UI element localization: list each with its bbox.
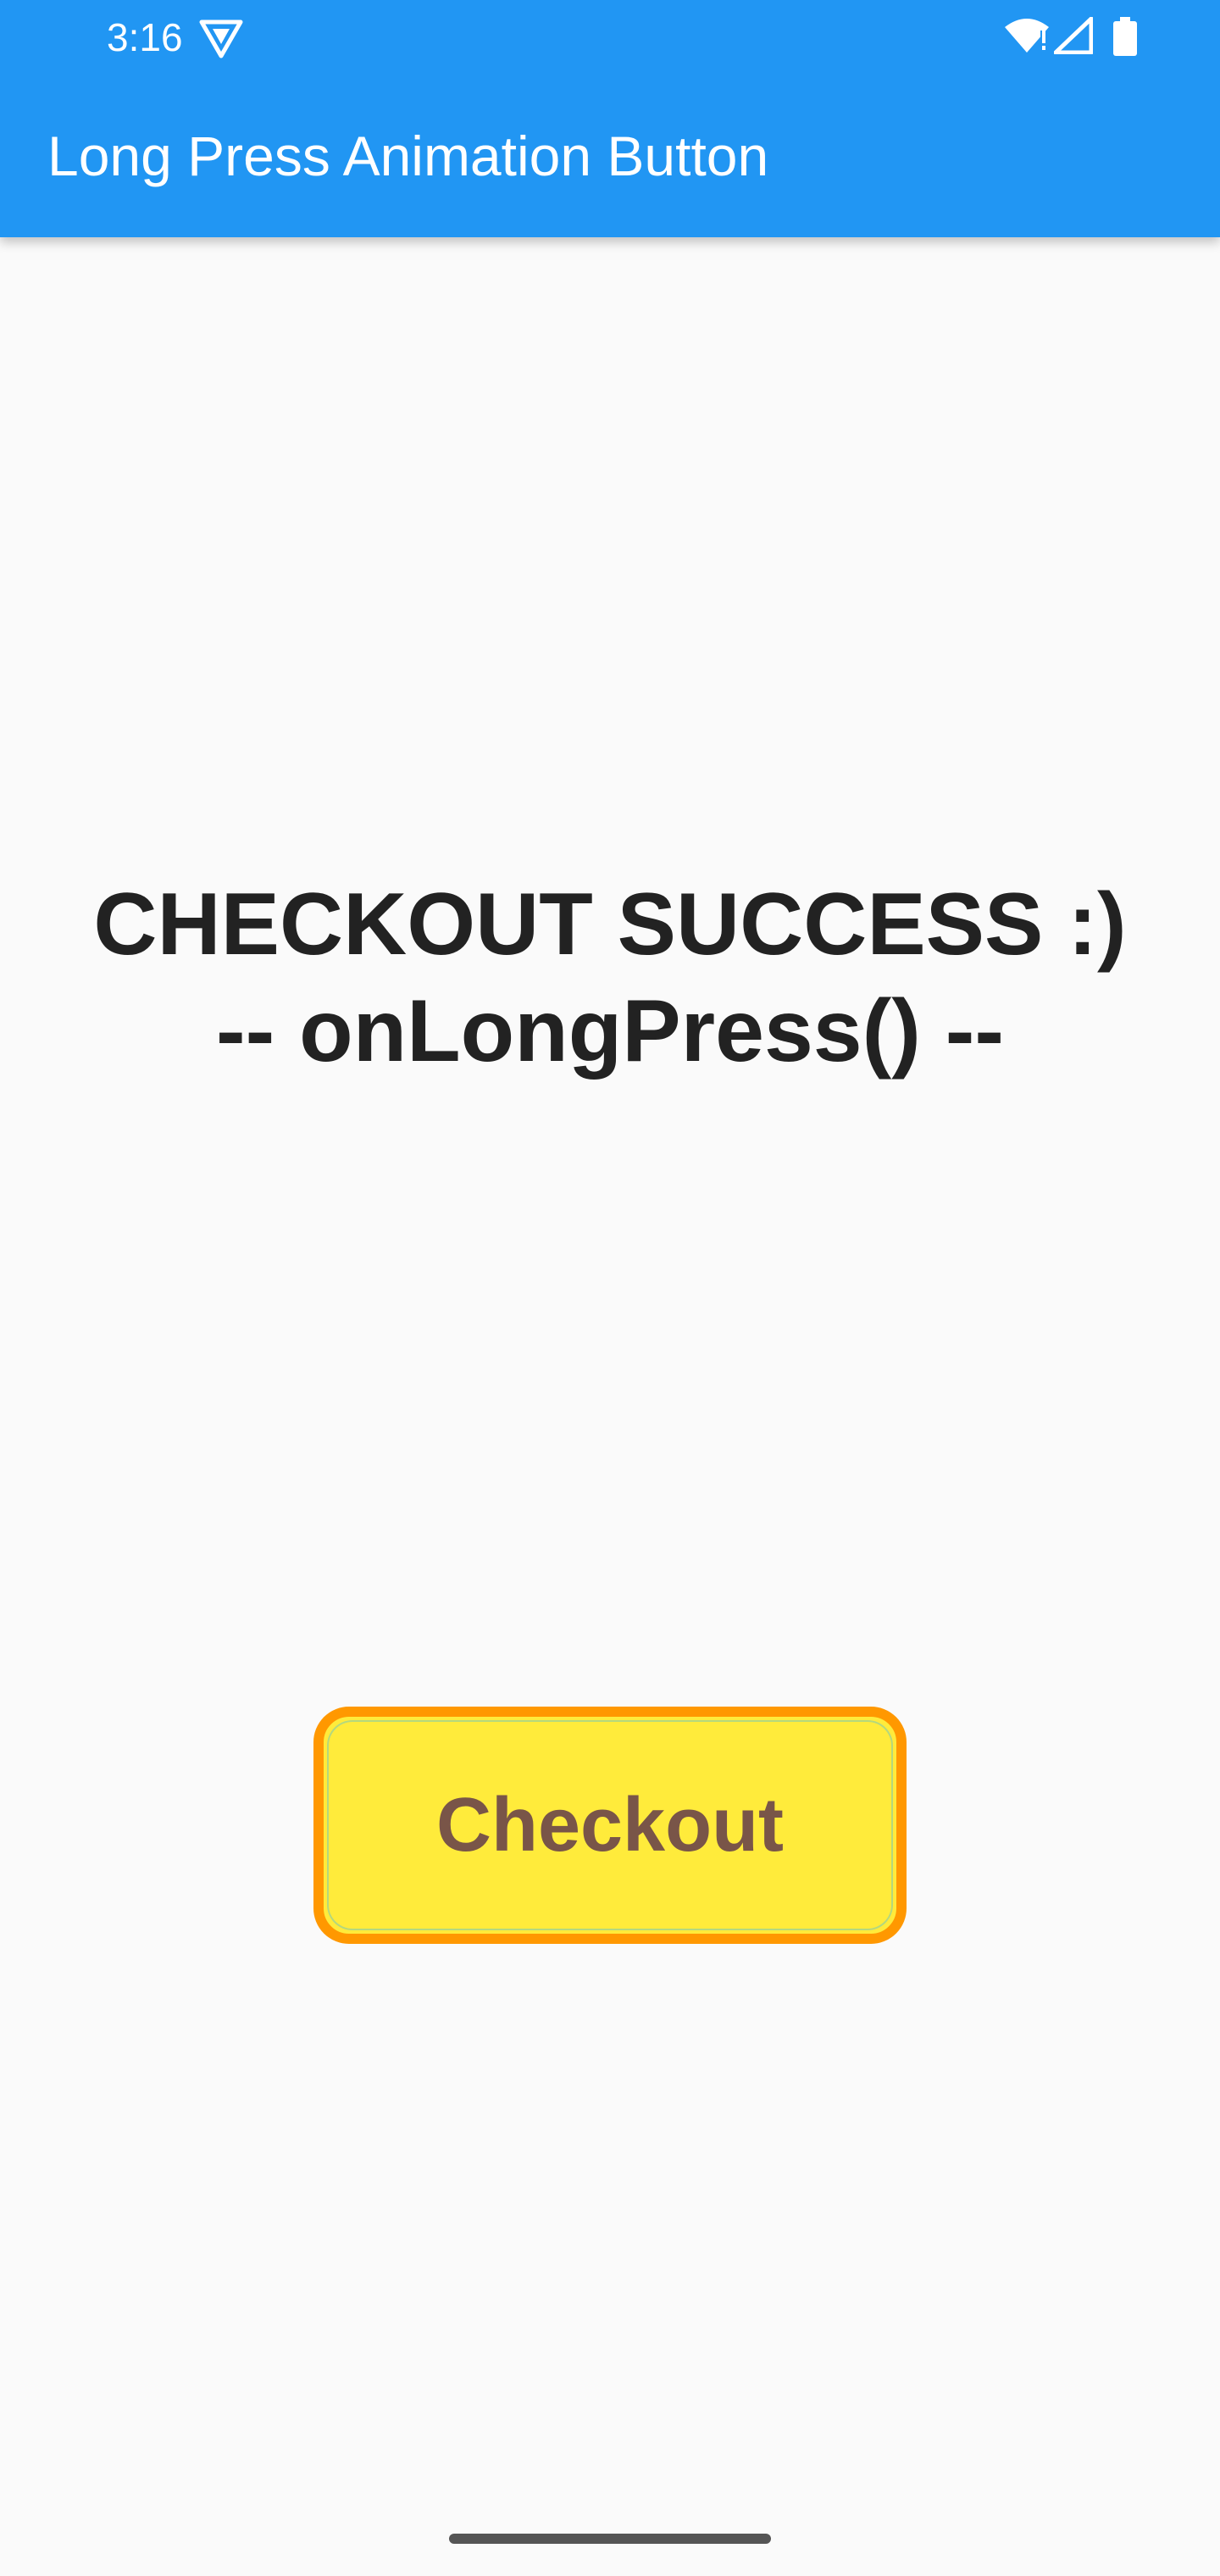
checkout-button[interactable]: Checkout <box>313 1707 907 1944</box>
top-bar: 3:16 Long Press Animation Button <box>0 0 1220 237</box>
status-bar: 3:16 <box>0 0 1220 76</box>
app-title: Long Press Animation Button <box>47 125 769 187</box>
checkout-success-message: CHECKOUT SUCCESS :) -- onLongPress() -- <box>0 871 1220 1085</box>
wifi-icon <box>1005 19 1049 53</box>
status-time: 3:16 <box>107 15 183 59</box>
home-gesture-bar[interactable] <box>449 2534 771 2544</box>
success-message-line-1: CHECKOUT SUCCESS :) <box>93 875 1127 974</box>
success-message-line-2: -- onLongPress() -- <box>215 982 1005 1080</box>
battery-icon <box>1113 17 1137 56</box>
app-notification-icon <box>199 19 243 58</box>
checkout-button-label: Checkout <box>435 1783 785 1868</box>
app-bar: Long Press Animation Button <box>0 76 1220 237</box>
signal-icon <box>1054 17 1093 54</box>
